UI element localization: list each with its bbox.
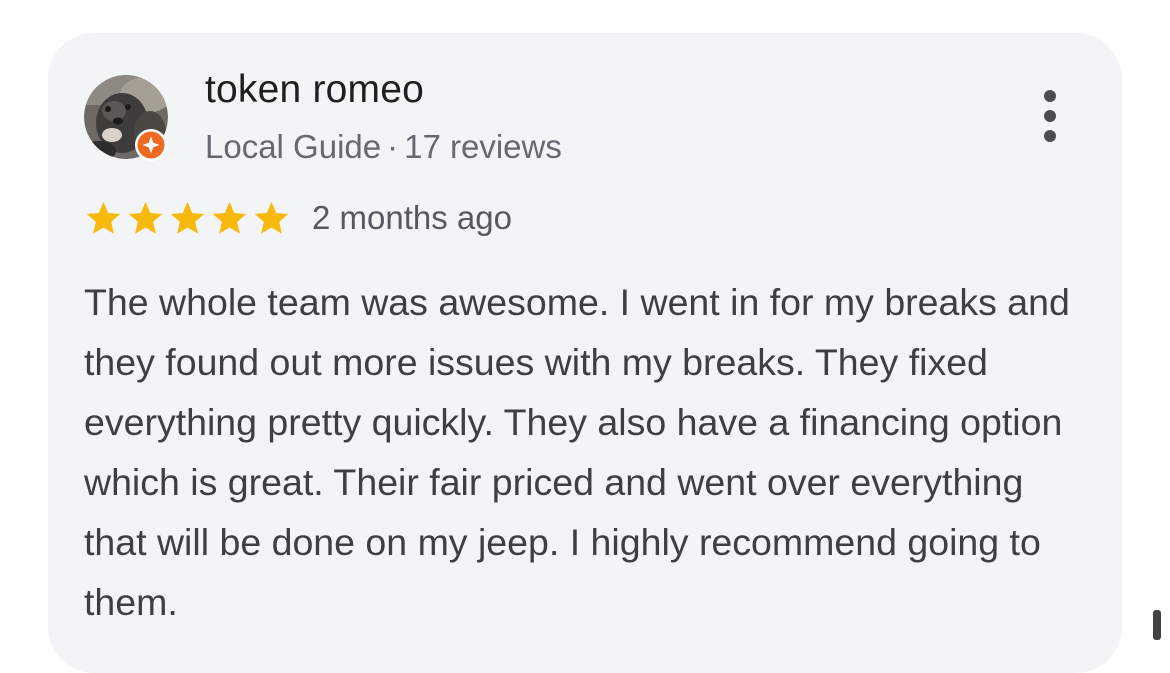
star-rating [84,198,291,238]
review-text: The whole team was awesome. I went in fo… [84,281,1070,623]
star-icon [212,201,247,234]
star-icon [254,201,289,234]
local-guide-badge-icon [135,129,167,161]
star-icon [170,201,205,234]
star-icon [86,201,121,234]
review-count: 17 reviews [404,128,562,165]
author-meta[interactable]: Local Guide · 17 reviews [205,128,562,166]
author-name[interactable]: token romeo [205,68,424,112]
star-icon [128,201,163,234]
review-time: 2 months ago [312,199,512,236]
more-vert-icon[interactable] [1026,86,1074,150]
local-guide-label: Local Guide [205,128,382,165]
meta-separator: · [387,128,399,165]
stars [84,199,291,238]
